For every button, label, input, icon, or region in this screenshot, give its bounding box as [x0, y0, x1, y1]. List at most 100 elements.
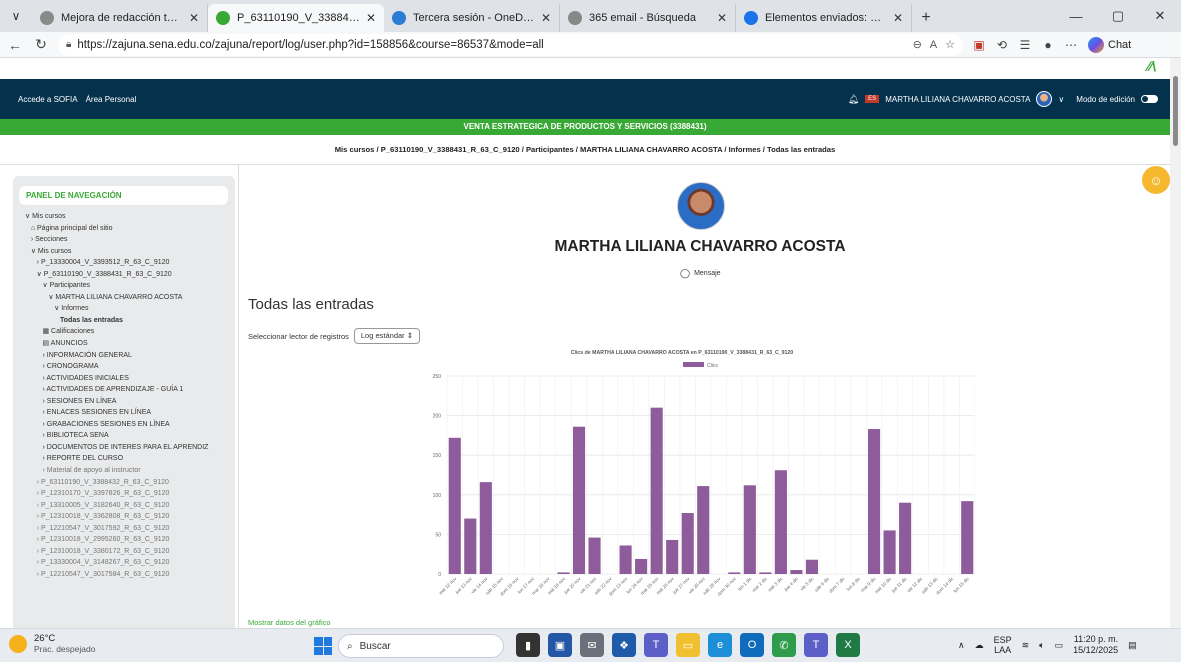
taskbar-search[interactable]: ⌕ Buscar: [338, 634, 504, 658]
nav-item[interactable]: ∨ P_63110190_V_3388431_R_63_C_9120: [25, 269, 231, 281]
teams-classic-icon[interactable]: T: [804, 633, 828, 657]
clock-date: 15/12/2025: [1073, 645, 1119, 655]
tab-close-icon[interactable]: ✕: [717, 11, 727, 25]
nav-item[interactable]: ∨ MARTHA LILIANA CHAVARRO ACOSTA: [25, 292, 231, 304]
nav-item[interactable]: ∨ Mis cursos: [25, 246, 231, 258]
nav-item[interactable]: › P_13330004_V_3393512_R_63_C_9120: [25, 257, 231, 269]
language-flag-icon[interactable]: ES: [865, 95, 880, 103]
nav-item[interactable]: › P_12310018_V_2995260_R_63_C_9120: [25, 534, 231, 546]
nav-item[interactable]: › Material de apoyo al instructor: [25, 465, 231, 477]
windows-start-icon[interactable]: [314, 637, 332, 655]
nav-item[interactable]: › P_12310018_V_3380172_R_63_C_9120: [25, 546, 231, 558]
browser-tab[interactable]: Mejora de redacción texto ✕: [32, 4, 208, 32]
help-button[interactable]: ☺: [1142, 166, 1170, 194]
nav-item[interactable]: › CRONOGRAMA: [25, 361, 231, 373]
user-menu: 🔔︎ ES MARTHA LILIANA CHAVARRO ACOSTA ∨ M…: [848, 79, 1158, 119]
nav-item[interactable]: ▦ Calificaciones: [25, 326, 231, 338]
page-scrollbar[interactable]: [1170, 58, 1181, 628]
show-chart-data-link[interactable]: Mostrar datos del gráfico: [248, 618, 331, 627]
teams-icon[interactable]: T: [644, 633, 668, 657]
nav-item[interactable]: › REPORTE DEL CURSO: [25, 453, 231, 465]
more-icon[interactable]: ⋯: [1064, 38, 1078, 52]
nav-item[interactable]: › ACTIVIDADES INICIALES: [25, 373, 231, 385]
battery-icon[interactable]: ▭: [1055, 640, 1064, 651]
outlook-icon[interactable]: O: [740, 633, 764, 657]
copilot-chat-button[interactable]: Chat: [1088, 36, 1131, 53]
chevron-down-icon[interactable]: ∨: [1058, 95, 1064, 104]
nav-item[interactable]: › GRABACIONES SESIONES EN LÍNEA: [25, 419, 231, 431]
nav-item[interactable]: › ENLACES SESIONES EN LÍNEA: [25, 407, 231, 419]
nav-item[interactable]: › P_63110190_V_3388432_R_63_C_9120: [25, 477, 231, 489]
scrollbar-thumb[interactable]: [1173, 76, 1178, 146]
weather-widget[interactable]: 26°C Prac. despejado: [9, 633, 95, 654]
close-window-icon[interactable]: ✕: [1139, 0, 1181, 32]
network-cloud-icon[interactable]: ☁: [975, 640, 984, 651]
tab-close-icon[interactable]: ✕: [366, 11, 376, 25]
back-icon[interactable]: ←: [4, 34, 26, 56]
nav-item[interactable]: ∨ Mis cursos: [25, 211, 231, 223]
nav-item[interactable]: › BIBLIOTECA SENA: [25, 430, 231, 442]
nav-item[interactable]: ∨ Participantes: [25, 280, 231, 292]
nav-item[interactable]: › P_12310018_V_3362808_R_63_C_9120: [25, 511, 231, 523]
wifi-icon[interactable]: ≋: [1022, 640, 1030, 651]
edge-icon[interactable]: e: [708, 633, 732, 657]
store-icon[interactable]: ▣: [548, 633, 572, 657]
file-explorer-icon[interactable]: ▭: [676, 633, 700, 657]
browser-tab[interactable]: Elementos enviados: Martha Lilian ✕: [736, 4, 912, 32]
browser-tab[interactable]: Tercera sesión - OneDrive ✕: [384, 4, 560, 32]
zoom-icon[interactable]: ⊖: [913, 38, 922, 51]
breadcrumb[interactable]: Mis cursos / P_63110190_V_3388431_R_63_C…: [0, 135, 1170, 165]
nav-item[interactable]: ⌂ Página principal del sitio: [25, 223, 231, 235]
whatsapp-icon[interactable]: ✆: [772, 633, 796, 657]
avatar[interactable]: [1036, 91, 1053, 107]
volume-icon[interactable]: 🔈︎: [1039, 640, 1044, 651]
nav-item[interactable]: › Secciones: [25, 234, 231, 246]
tab-actions-icon[interactable]: ∨: [0, 0, 32, 32]
favorite-star-icon[interactable]: ☆: [945, 38, 955, 51]
nav-item[interactable]: › SESIONES EN LÍNEA: [25, 396, 231, 408]
nav-item[interactable]: › P_12210547_V_3017592_R_63_C_9120: [25, 523, 231, 535]
minimize-icon[interactable]: —: [1055, 0, 1097, 32]
new-tab-button[interactable]: +: [912, 4, 940, 32]
extensions-icon[interactable]: ⟲: [995, 38, 1009, 52]
bell-icon[interactable]: 🔔︎: [848, 94, 859, 105]
nav-item[interactable]: ∨ Informes: [25, 303, 231, 315]
dropbox-icon[interactable]: ❖: [612, 633, 636, 657]
message-link[interactable]: ◯ Mensaje: [680, 268, 721, 279]
nav-item[interactable]: › INFORMACIÓN GENERAL: [25, 350, 231, 362]
clock[interactable]: 11:20 p. m. 15/12/2025: [1073, 634, 1118, 656]
nav-item[interactable]: › ACTIVIDADES DE APRENDIZAJE - GUÍA 1: [25, 384, 231, 396]
link-sofia[interactable]: Accede a SOFIA: [18, 95, 78, 104]
nav-item[interactable]: › P_13310005_V_3182640_R_63_C_9120: [25, 500, 231, 512]
nav-item[interactable]: Todas las entradas: [25, 315, 231, 327]
read-aloud-icon[interactable]: A: [930, 39, 937, 51]
nav-item[interactable]: › P_12310170_V_3397826_R_63_C_9120: [25, 488, 231, 500]
nav-item[interactable]: › DOCUMENTOS DE INTERES PARA EL APRENDIZ: [25, 442, 231, 454]
notifications-icon[interactable]: ▤: [1128, 640, 1137, 651]
refresh-icon[interactable]: ↻: [30, 34, 52, 56]
maximize-icon[interactable]: ▢: [1097, 0, 1139, 32]
user-name[interactable]: MARTHA LILIANA CHAVARRO ACOSTA: [885, 95, 1030, 104]
nav-item[interactable]: › P_13330004_V_3148267_R_63_C_9120: [25, 557, 231, 569]
tab-close-icon[interactable]: ✕: [541, 11, 551, 25]
bar: [681, 513, 694, 574]
bar: [868, 429, 881, 574]
excel-icon[interactable]: X: [836, 633, 860, 657]
favorites-icon[interactable]: ☰: [1018, 38, 1032, 52]
chevron-up-icon[interactable]: ∧: [958, 640, 965, 651]
browser-tab[interactable]: P_63110190_V_3388431_R_63_C_9 ✕: [208, 4, 384, 32]
browser-tab[interactable]: 365 email - Búsqueda ✕: [560, 4, 736, 32]
mail-icon[interactable]: ✉: [580, 633, 604, 657]
language-indicator[interactable]: ESP LAA: [994, 635, 1012, 655]
url-field[interactable]: 🔒︎ https://zajuna.sena.edu.co/zajuna/rep…: [58, 33, 963, 56]
pdf-extension-icon[interactable]: ▣: [972, 38, 986, 52]
link-area-personal[interactable]: Área Personal: [86, 95, 137, 104]
nav-item[interactable]: › P_12210547_V_3017584_R_63_C_9120: [25, 569, 231, 581]
tab-close-icon[interactable]: ✕: [893, 11, 903, 25]
tab-close-icon[interactable]: ✕: [189, 11, 199, 25]
task-view-icon[interactable]: ▮: [516, 633, 540, 657]
nav-item[interactable]: ▤ ANUNCIOS: [25, 338, 231, 350]
log-reader-select[interactable]: Log estándar ⇕: [353, 328, 421, 344]
profile-icon[interactable]: ●: [1041, 38, 1055, 52]
edit-mode-toggle[interactable]: [1141, 95, 1158, 103]
